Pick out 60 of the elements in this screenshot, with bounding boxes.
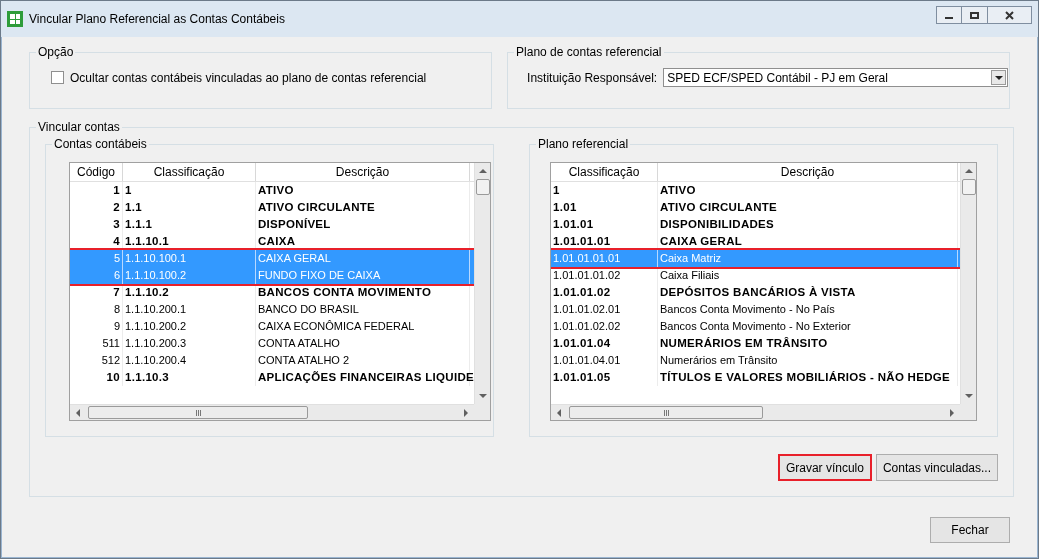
column-header[interactable]: Classificação [123,163,256,181]
group-title: Vincular contas [36,120,122,134]
scroll-up-icon[interactable] [964,169,973,173]
table-cell: 10 [70,369,123,386]
scroll-up-icon[interactable] [478,169,487,173]
scroll-thumb[interactable] [475,179,490,195]
table-row[interactable]: 1.01.01.02 DEPÓSITOS BANCÁRIOS À VISTA [551,284,960,301]
checkbox[interactable] [51,71,64,84]
minimize-button[interactable] [936,6,962,24]
minimize-icon [945,16,953,19]
scroll-left-icon[interactable] [557,408,561,417]
table-cell: 1.01.01.05 [551,369,658,386]
scroll-right-icon[interactable] [464,408,468,417]
grip-icon [663,409,669,416]
field-label: Instituição Responsável: [527,69,658,87]
column-header[interactable]: Descrição [256,163,470,181]
vertical-scrollbar[interactable] [960,163,976,404]
window-title: Vincular Plano Referencial as Contas Contábeis [29,11,285,28]
close-dialog-button[interactable]: Fechar [930,517,1010,543]
table-cell: 1.1.10.3 [123,369,256,386]
table-cell: 1.01.01.01.01 [551,250,658,267]
column-header[interactable]: Código [70,163,123,181]
scroll-thumb[interactable] [961,179,976,195]
maximize-icon [970,11,979,19]
action-button[interactable]: Gravar vínculo [777,454,872,481]
table-cell: 1.1.10.100.2 [123,267,256,284]
dropdown[interactable]: SPED ECF/SPED Contábil - PJ em Geral [663,68,1009,87]
column-header[interactable]: Descrição [658,163,958,181]
table-row[interactable]: 1.01 ATIVO CIRCULANTE [551,199,960,216]
close-button[interactable] [988,6,1032,24]
scroll-right-icon[interactable] [950,408,954,417]
action-button[interactable]: Contas vinculadas... [875,454,998,481]
column-header[interactable]: Classificação [551,163,658,181]
calculator-icon [7,11,23,27]
group-title: Contas contábeis [52,137,149,151]
table-row[interactable]: 1.01.01.04 NUMERÁRIOS EM TRÂNSITO [551,335,960,352]
group-title: Plano de contas referencial [514,45,664,59]
group-title: Opção [36,45,76,59]
horizontal-scrollbar[interactable] [70,404,474,420]
scroll-left-icon[interactable] [76,408,80,417]
close-icon [1005,10,1014,20]
table-row[interactable]: 1.01.01 DISPONIBILIDADES [551,216,960,233]
group-title: Plano referencial [536,137,631,151]
scroll-thumb[interactable] [88,406,308,419]
table-row[interactable]: 1.01.01.02.02 Bancos Conta Movimento - No Exterior [551,318,960,335]
table-row[interactable]: 1 ATIVO [551,182,960,199]
table-row[interactable]: 1.01.01.04.01 Numerários em Trânsito [551,352,960,369]
table-cell: TÍTULOS E VALORES MOBILIÁRIOS - NÃO HEDGE [658,369,958,386]
maximize-button[interactable] [962,6,988,24]
table-row[interactable]: 1.01.01.02.01 Bancos Conta Movimento - No País [551,301,960,318]
scroll-thumb[interactable] [569,406,763,419]
table-cell: Caixa Matriz [658,250,958,267]
table-cell: 6 [70,267,123,284]
scroll-down-icon[interactable] [964,394,973,398]
horizontal-scrollbar[interactable] [551,404,960,420]
vertical-scrollbar[interactable] [474,163,490,404]
scroll-down-icon[interactable] [478,394,487,398]
table-cell: FUNDO FIXO DE CAIXA [256,267,470,284]
table-row[interactable]: 1.01.01.05 TÍTULOS E VALORES MOBILIÁRIOS - NÃO HEDGE [551,369,960,386]
grip-icon [195,409,201,416]
